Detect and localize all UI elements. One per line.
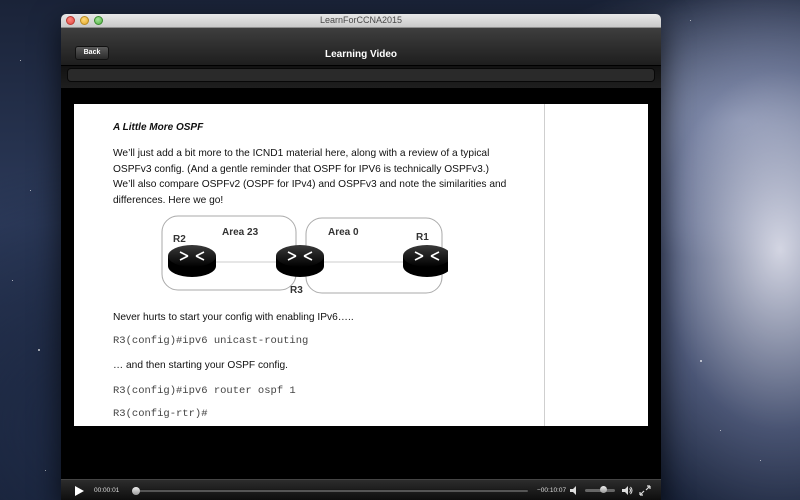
remaining-time: −00:10:07 xyxy=(537,487,567,494)
router-r3-icon xyxy=(276,245,324,277)
window-title: LearnForCCNA2015 xyxy=(319,15,403,25)
star xyxy=(700,360,702,362)
router-r2-icon xyxy=(168,245,216,277)
star xyxy=(30,190,31,191)
area-0-label: Area 0 xyxy=(328,227,359,238)
router-r3-label: R3 xyxy=(290,285,303,296)
volume-slider[interactable] xyxy=(585,486,615,493)
nav-header: Back Learning Video xyxy=(61,28,661,66)
volume-high-icon[interactable] xyxy=(621,485,633,496)
slide-note-2: … and then starting your OSPF config. xyxy=(113,360,288,371)
playback-controls: 00:00:01 −00:10:07 xyxy=(61,479,661,500)
star xyxy=(20,60,21,61)
page-title: Learning Video xyxy=(324,49,398,60)
star xyxy=(12,280,13,281)
star xyxy=(45,470,46,471)
area-23-label: Area 23 xyxy=(222,227,259,238)
star xyxy=(760,460,761,461)
fullscreen-icon[interactable] xyxy=(639,485,651,496)
play-icon[interactable] xyxy=(75,486,84,496)
slide-code-1: R3(config)#ipv6 unicast-routing xyxy=(113,335,309,347)
toolbar-groove xyxy=(67,68,655,82)
volume-knob[interactable] xyxy=(599,486,607,493)
video-frame-slide: A Little More OSPF We’ll just add a bit … xyxy=(74,104,648,426)
elapsed-time: 00:00:01 xyxy=(94,487,120,494)
network-diagram: Area 23 Area 0 R2 R3 R1 xyxy=(161,215,448,296)
router-r2-label: R2 xyxy=(173,234,186,245)
star xyxy=(690,20,691,21)
slide-title: A Little More OSPF xyxy=(113,122,204,133)
slide-code-2: R3(config)#ipv6 router ospf 1 xyxy=(113,385,296,397)
slide-code-3: R3(config-rtr)# xyxy=(113,408,208,420)
scrubber-knob[interactable] xyxy=(132,487,140,495)
slide-divider xyxy=(544,104,545,426)
star xyxy=(720,430,721,431)
star xyxy=(38,349,40,351)
slide-paragraph: We’ll just add a bit more to the ICND1 m… xyxy=(113,148,507,206)
router-r1-label: R1 xyxy=(416,232,429,243)
toolbar-strip xyxy=(61,66,661,88)
title-bar: LearnForCCNA2015 xyxy=(61,14,661,28)
progress-scrubber[interactable] xyxy=(131,487,529,495)
slide-note-1: Never hurts to start your config with en… xyxy=(113,312,354,323)
volume-low-icon[interactable] xyxy=(569,485,581,496)
router-r1-icon xyxy=(403,245,448,277)
